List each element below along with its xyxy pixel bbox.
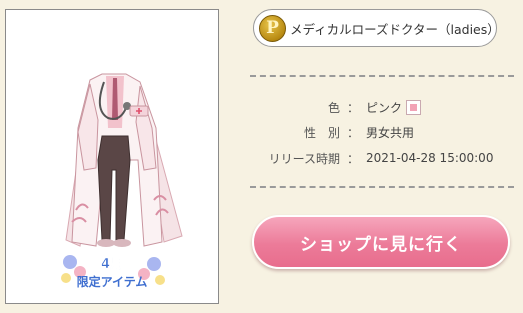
item-name: メディカルローズドクター（ladies）	[290, 21, 500, 37]
item-image-frame: 4月 限定アイテム	[5, 9, 219, 304]
attribute-row-gender: 性 別 ： 男女共用	[252, 123, 414, 141]
attribute-value: ピンク	[366, 100, 403, 115]
attribute-separator: ：	[346, 100, 359, 115]
badge-label: 限定アイテム	[77, 274, 148, 289]
attribute-separator: ：	[346, 125, 359, 140]
attribute-row-release: リリース時期 ： 2021-04-28 15:00:00	[252, 149, 494, 167]
coin-icon: P	[259, 14, 286, 42]
item-image: 4月 限定アイテム	[61, 73, 183, 289]
attribute-value: 男女共用	[366, 125, 415, 140]
attribute-label: リリース時期	[268, 151, 340, 166]
attribute-label: 色	[327, 100, 340, 115]
attribute-separator: ：	[346, 151, 359, 166]
color-swatch	[406, 99, 422, 115]
attribute-value: 2021-04-28 15:00:00	[366, 151, 494, 165]
attribute-label: 性 別	[303, 125, 340, 140]
divider-top	[250, 75, 514, 77]
attribute-row-color: 色 ： ピンク	[252, 98, 422, 116]
shop-button[interactable]: ショップに見に行く	[252, 215, 510, 269]
shop-button-label: ショップに見に行く	[300, 234, 462, 255]
item-name-pill: P メディカルローズドクター（ladies）	[253, 9, 500, 47]
badge-month: 4月	[101, 257, 123, 272]
coin-letter: P	[266, 18, 279, 38]
divider-bottom	[250, 186, 514, 188]
